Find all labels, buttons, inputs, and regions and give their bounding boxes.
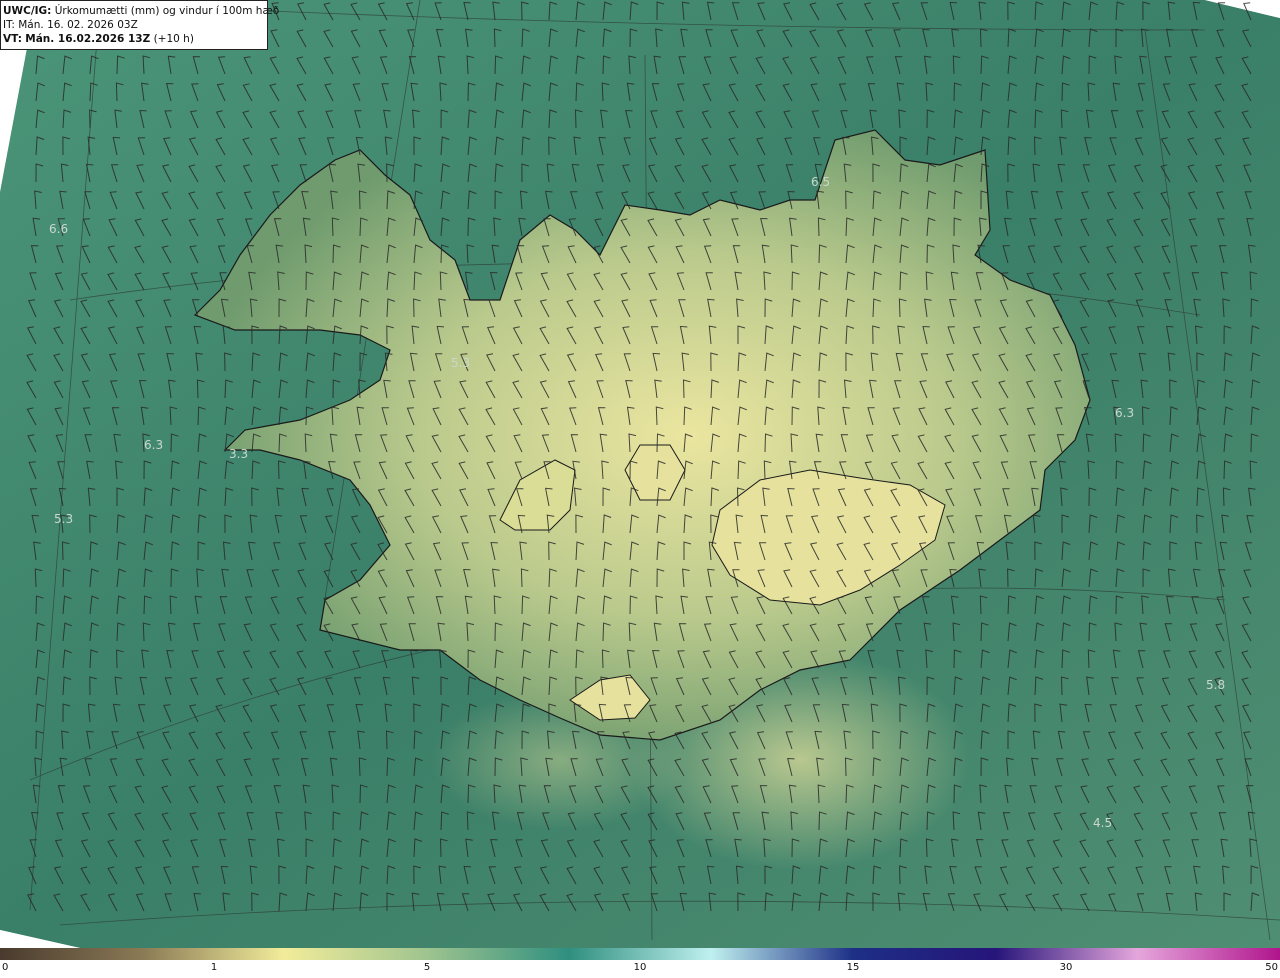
value-label-snaefellsnes: 3.3 xyxy=(229,447,248,461)
valid-time-line: VT: Mán. 16.02.2026 13Z (+10 h) xyxy=(3,32,265,46)
product-description: Úrkomumætti (mm) og vindur í 100m hæð xyxy=(54,5,280,17)
product-line: UWC/IG: Úrkomumætti (mm) og vindur í 100… xyxy=(3,4,279,18)
init-label: IT: xyxy=(3,19,15,31)
precipitation-colorbar xyxy=(0,948,1280,960)
weather-map: 6.6 6.5 5.3 6.3 3.3 6.3 5.3 5.8 4.5 UWC/… xyxy=(0,0,1280,948)
value-label-north: 6.5 xyxy=(811,175,830,189)
colorbar-tick: 30 xyxy=(1059,962,1073,973)
product-code: UWC/IG: xyxy=(3,5,52,17)
value-label-west: 6.6 xyxy=(49,222,68,236)
colorbar-tick-labels: 0 1 5 10 15 30 50 xyxy=(0,962,1280,978)
map-canvas: 6.6 6.5 5.3 6.3 3.3 6.3 5.3 5.8 4.5 xyxy=(0,0,1280,948)
colorbar-tick: 15 xyxy=(846,962,860,973)
init-time-line: IT: Mán. 16. 02. 2026 03Z xyxy=(3,18,265,32)
valid-label: VT: xyxy=(3,33,22,45)
colorbar-tick: 5 xyxy=(423,962,431,973)
lead-time: (+10 h) xyxy=(153,33,194,45)
value-label-southeast: 5.8 xyxy=(1206,678,1225,692)
value-label-northwest-fjords: 5.3 xyxy=(451,356,470,370)
colorbar-tick: 1 xyxy=(210,962,218,973)
colorbar-tick: 0 xyxy=(2,962,9,973)
value-label-east: 6.3 xyxy=(1115,406,1134,420)
value-label-southwest: 5.3 xyxy=(54,512,73,526)
colorbar-tick: 10 xyxy=(633,962,647,973)
map-info-box: UWC/IG: Úrkomumætti (mm) og vindur í 100… xyxy=(0,0,279,50)
valid-time: Mán. 16.02.2026 13Z xyxy=(25,33,151,45)
value-label-faxafloi: 6.3 xyxy=(144,438,163,452)
colorbar-tick: 50 xyxy=(1265,962,1278,973)
value-label-south-sea: 4.5 xyxy=(1093,816,1112,830)
init-time: Mán. 16. 02. 2026 03Z xyxy=(18,19,138,31)
